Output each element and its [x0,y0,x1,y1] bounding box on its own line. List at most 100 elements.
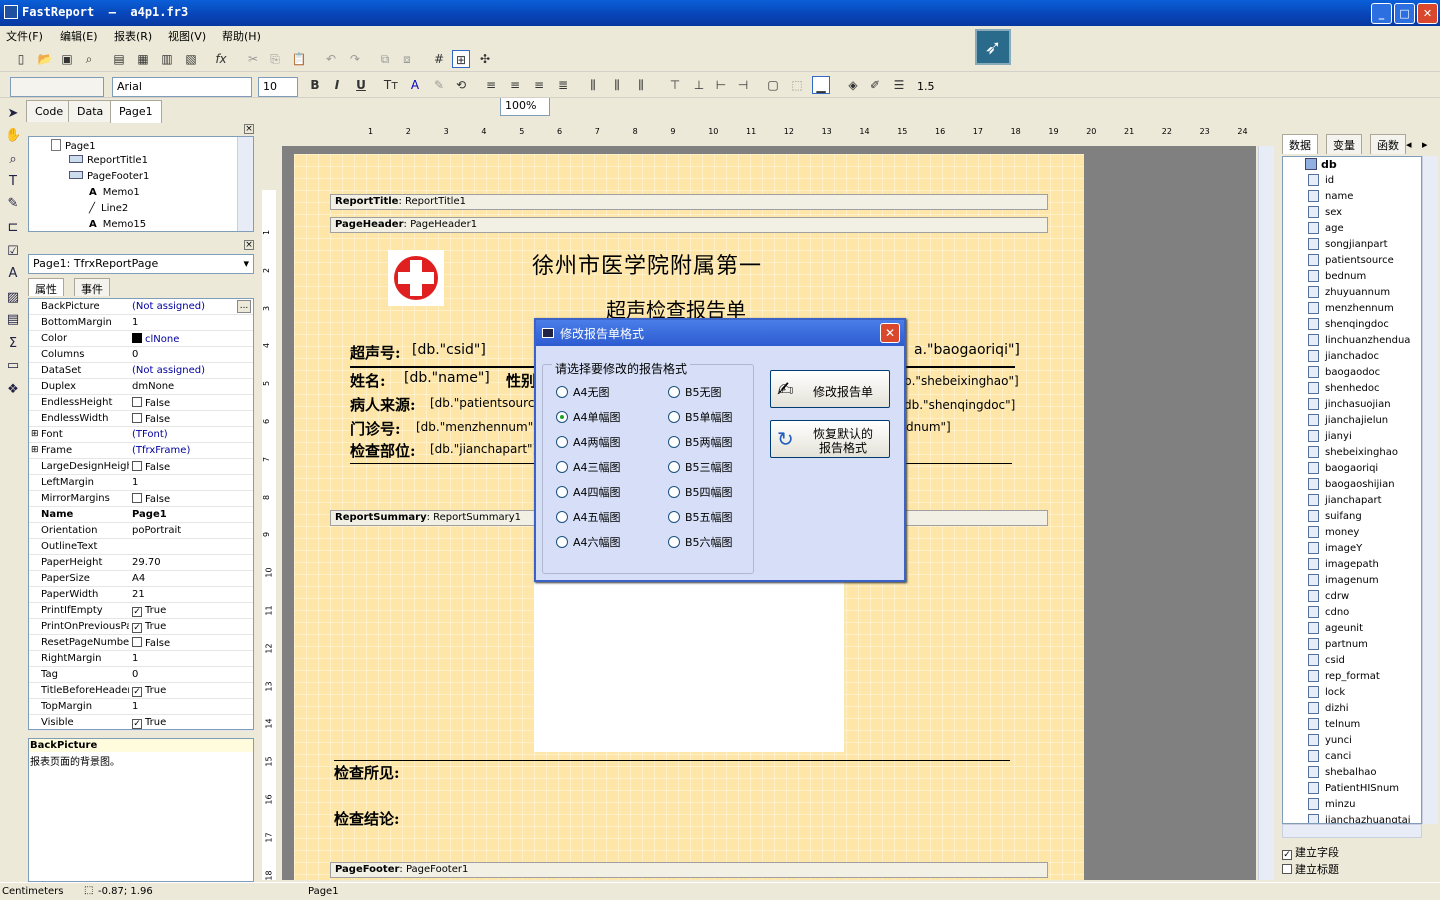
property-value[interactable]: poPortrait [132,525,181,536]
align-center-icon[interactable]: ≡ [506,76,524,94]
field-item[interactable]: baogaoshijian [1308,478,1395,490]
frame-bottom-icon[interactable]: ⊥ [690,76,708,94]
tree-node[interactable]: PageFooter1 [69,171,149,182]
label-part[interactable]: 检查部位: [350,440,416,461]
property-value[interactable]: clNone [132,333,179,345]
panel-close-icon[interactable]: × [244,240,254,250]
label-name[interactable]: 姓名: [350,370,386,391]
close-button[interactable]: ✕ [1417,3,1438,24]
field-item[interactable]: dizhi [1308,702,1349,714]
menu-help[interactable]: 帮助(H) [222,28,261,44]
property-value[interactable]: ✓ True [132,605,166,617]
field-item[interactable]: patientsource [1308,254,1394,266]
radio-b5-6[interactable]: B5六幅图 [668,534,733,550]
property-value[interactable]: 1 [132,317,138,328]
maximize-button[interactable]: □ [1394,3,1415,24]
field-item[interactable]: jianyi [1308,430,1352,442]
shadow-icon[interactable]: ▁ [812,76,830,94]
radio-a4-5[interactable]: A4五幅图 [556,509,621,525]
tree-node[interactable]: ╱ Line2 [89,203,128,214]
picture-tool-icon[interactable]: ▨ [5,290,21,306]
field-item[interactable]: zhuyuannum [1308,286,1390,298]
property-row[interactable]: ⊞ Frame (TfrxFrame) [29,443,253,459]
field-item[interactable]: imagepath [1308,558,1379,570]
new-page-icon[interactable]: ▤ [110,50,128,68]
field-item[interactable]: id [1308,174,1334,186]
radio-a4-2[interactable]: A4两幅图 [556,434,621,450]
property-value[interactable]: False [132,461,170,473]
undo-icon[interactable]: ↶ [322,50,340,68]
field-item[interactable]: name [1308,190,1353,202]
field-item[interactable]: sex [1308,206,1342,218]
property-row[interactable]: PrintOnPreviousPa ✓ True [29,619,253,635]
radio-a4-0[interactable]: A4无图 [556,384,610,400]
field-item[interactable]: shebalhao [1308,766,1377,778]
value-part[interactable]: [db."jianchapart"] [430,442,537,456]
picture-placeholder[interactable] [534,582,844,752]
underline-icon[interactable]: U [352,76,370,94]
radio-a4-1[interactable]: A4单幅图 [556,409,621,425]
label-outpatient[interactable]: 门诊号: [350,418,401,439]
property-value[interactable]: 21 [132,589,145,600]
italic-icon[interactable]: I [328,76,346,94]
cut-icon[interactable]: ✂ [244,50,262,68]
property-row[interactable]: EndlessHeight False [29,395,253,411]
rotation-icon[interactable]: ⟲ [452,76,470,94]
menu-report[interactable]: 报表(R) [114,28,152,44]
delete-page-icon[interactable]: ▥ [158,50,176,68]
field-item[interactable]: minzu [1308,798,1355,810]
band-page-header[interactable]: PageHeader: PageHeader1 [330,217,1048,233]
property-row[interactable]: PaperWidth 21 [29,587,253,603]
property-row[interactable]: LeftMargin 1 [29,475,253,491]
tab-page1[interactable]: Page1 [110,100,162,123]
align-grid-icon[interactable]: ⊞ [452,50,470,68]
field-item[interactable]: imagenum [1308,574,1379,586]
object-selector[interactable]: Page1: TfrxReportPage ▾ [28,254,254,274]
property-value[interactable]: A4 [132,573,145,584]
field-item[interactable]: canci [1308,750,1351,762]
radio-b5-5[interactable]: B5五幅图 [668,509,733,525]
property-value[interactable]: 29.70 [132,557,161,568]
property-row[interactable]: PrintIfEmpty ✓ True [29,603,253,619]
panel-close-icon[interactable]: × [244,124,254,134]
text-tool-icon[interactable]: T [5,174,21,190]
property-row[interactable]: OutlineText [29,539,253,555]
font-name-combo[interactable]: Arial [112,77,252,97]
property-value[interactable]: 0 [132,669,138,680]
tree-node[interactable]: A Memo1 [89,187,140,198]
field-item[interactable]: bednum [1308,270,1366,282]
field-item[interactable]: jianchapart [1308,494,1382,506]
bold-icon[interactable]: B [306,76,324,94]
band-report-title[interactable]: ReportTitle: ReportTitle1 [330,194,1048,210]
field-item[interactable]: cdrw [1308,590,1349,602]
justify-icon[interactable]: ≣ [554,76,572,94]
label-conclusion[interactable]: 检查结论: [334,808,400,829]
menu-file[interactable]: 文件(F) [6,28,43,44]
property-value[interactable]: (Not assigned) [132,365,205,376]
field-item[interactable]: shenhedoc [1308,382,1380,394]
valign-middle-icon[interactable]: ⫼ [608,76,626,94]
modify-report-button[interactable]: ✍ 修改报告单 [770,370,890,408]
frame-style-icon[interactable]: ☰ [890,76,908,94]
frame-all-icon[interactable]: ▢ [764,76,782,94]
value-outpatient[interactable]: [db."menzhennum"] [416,420,538,434]
label-source[interactable]: 病人来源: [350,394,416,415]
checkbox-icon[interactable] [132,413,142,423]
zoom-combo[interactable]: 100% [500,96,550,116]
value-dnum[interactable]: dnum"] [906,420,951,434]
property-value[interactable]: False [132,413,170,425]
copy-icon[interactable]: ⎘ [266,50,284,68]
checkbox-icon[interactable] [132,397,142,407]
check-create-field[interactable]: ✓ 建立字段 [1282,844,1339,860]
radio-b5-1[interactable]: B5单幅图 [668,409,733,425]
value-shenqing[interactable]: db."shenqingdoc"] [904,398,1015,412]
shape-tool-icon[interactable]: ▭ [5,358,21,374]
dialog-close-button[interactable]: ✕ [880,323,900,343]
field-item[interactable]: yunci [1308,734,1352,746]
field-item[interactable]: PatientHISnum [1308,782,1399,794]
label-findings[interactable]: 检查所见: [334,762,400,783]
restore-default-button[interactable]: ↻ 恢复默认的 报告格式 [770,420,890,458]
tree-node[interactable]: ReportTitle1 [69,155,148,166]
field-item[interactable]: csid [1308,654,1345,666]
property-value[interactable]: (Not assigned) [132,301,205,312]
